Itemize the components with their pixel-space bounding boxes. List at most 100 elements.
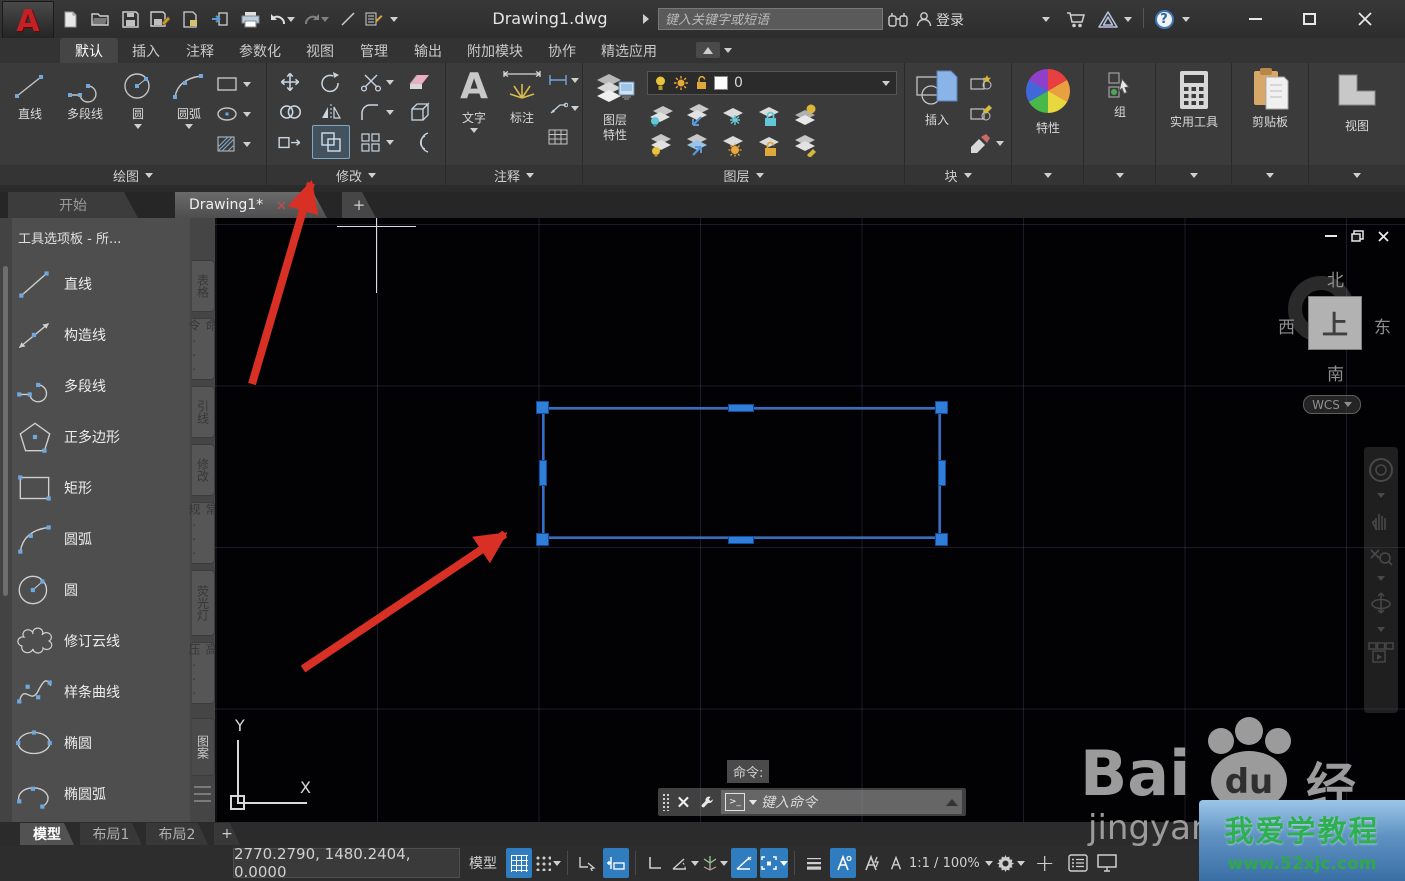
copy-button[interactable] xyxy=(277,101,303,123)
grid-display-toggle[interactable] xyxy=(506,848,532,878)
selected-rectangle[interactable] xyxy=(542,407,941,539)
define-attribute-button[interactable] xyxy=(969,133,1004,153)
explode-button[interactable] xyxy=(407,101,433,123)
grip-mid-right[interactable] xyxy=(938,460,946,486)
isometric-drafting-toggle[interactable] xyxy=(702,848,728,878)
clipboard-button[interactable]: 剪贴板 xyxy=(1240,67,1300,130)
ribbon-tab-annotate[interactable]: 注释 xyxy=(174,38,226,63)
viewcube-east[interactable]: 东 xyxy=(1374,313,1391,338)
show-motion-icon[interactable] xyxy=(1368,642,1394,664)
circle-dropdown[interactable] xyxy=(134,124,142,129)
drawing-minimize-icon[interactable] xyxy=(1325,235,1337,237)
edit-block-button[interactable] xyxy=(969,103,993,123)
layer-combo[interactable]: 0 xyxy=(647,71,897,95)
steering-wheel-icon[interactable] xyxy=(1368,457,1394,483)
viewcube-north[interactable]: 北 xyxy=(1327,266,1344,291)
panel-layers-footer[interactable]: 图层 xyxy=(583,165,904,185)
properties-button[interactable]: 特性 xyxy=(1022,69,1074,136)
print-icon[interactable] xyxy=(238,7,262,31)
panel-annotate-footer[interactable]: 注释 xyxy=(446,165,582,185)
layer-off-icon[interactable] xyxy=(647,103,675,127)
palette-tab-modify[interactable]: 修改 xyxy=(192,444,215,496)
draw-ellipse-button[interactable] xyxy=(216,105,251,123)
search-input[interactable] xyxy=(658,8,883,30)
ribbon-tab-view[interactable]: 视图 xyxy=(294,38,346,63)
palette-tab-tables[interactable]: 表格 xyxy=(192,260,215,312)
text-dropdown[interactable] xyxy=(470,128,478,133)
save-as-icon[interactable] xyxy=(148,7,172,31)
ribbon-tab-output[interactable]: 输出 xyxy=(402,38,454,63)
sheet-set-icon[interactable] xyxy=(362,7,386,31)
measure-line-icon[interactable] xyxy=(336,7,360,31)
command-recent-dropdown[interactable] xyxy=(749,800,757,805)
palette-item-construction-line[interactable]: 构造线 xyxy=(14,309,188,360)
object-snap-tracking-toggle[interactable] xyxy=(731,848,757,878)
layer-properties-button[interactable]: 图层 特性 xyxy=(589,67,641,143)
drawing-restore-icon[interactable] xyxy=(1351,230,1364,242)
trim-button[interactable] xyxy=(359,71,394,93)
move-button[interactable] xyxy=(277,71,303,93)
workspace-dropdown[interactable] xyxy=(1017,861,1025,866)
file-tab-start[interactable]: 开始 xyxy=(8,192,138,218)
layer-unisolate-icon[interactable] xyxy=(683,133,711,157)
ortho-mode-toggle[interactable] xyxy=(642,848,668,878)
grip-corner-bl[interactable] xyxy=(536,533,549,546)
palette-tab-leaders[interactable]: 引线 xyxy=(192,386,215,438)
polar-tracking-toggle[interactable] xyxy=(671,848,699,878)
palette-tab-high-pressure[interactable]: 高压... xyxy=(192,642,215,704)
viewcube-top-face[interactable]: 上 xyxy=(1308,296,1362,350)
leader-button[interactable] xyxy=(548,101,579,115)
ribbon-tab-parametric[interactable]: 参数化 xyxy=(228,38,292,63)
window-maximize-button[interactable] xyxy=(1292,6,1326,32)
object-snap-toggle[interactable] xyxy=(760,848,788,878)
palette-item-elliptical-arc[interactable]: 椭圆弧 xyxy=(14,768,188,819)
osnap-dropdown[interactable] xyxy=(780,861,788,866)
save-icon[interactable] xyxy=(118,7,142,31)
palette-item-rectangle[interactable]: 矩形 xyxy=(14,462,188,513)
panel-block-footer[interactable]: 块 xyxy=(905,165,1011,185)
graphics-performance-button[interactable] xyxy=(1094,848,1120,878)
panel-properties-footer[interactable] xyxy=(1012,165,1083,185)
snap-mode-toggle[interactable] xyxy=(535,848,561,878)
layout-tab-layout1[interactable]: 布局1 xyxy=(80,823,142,845)
panel-view-footer[interactable] xyxy=(1309,165,1405,185)
lineweight-toggle[interactable] xyxy=(801,848,827,878)
draw-circle-button[interactable]: 圆 xyxy=(114,69,162,129)
create-block-button[interactable] xyxy=(969,73,993,93)
app-logo[interactable]: A xyxy=(2,1,54,41)
open-folder-icon[interactable] xyxy=(88,7,112,31)
layer-match-icon[interactable] xyxy=(791,133,819,157)
annotation-visibility-toggle[interactable] xyxy=(830,848,856,878)
annotation-autoscale-toggle[interactable] xyxy=(859,848,885,878)
array-dropdown[interactable] xyxy=(386,140,394,145)
hatch-dropdown[interactable] xyxy=(243,142,251,147)
isolate-objects-button[interactable]: + xyxy=(1028,848,1062,878)
help-dropdown[interactable] xyxy=(1180,7,1192,31)
attribute-dropdown[interactable] xyxy=(996,141,1004,146)
app-store-cart-icon[interactable] xyxy=(1064,7,1088,31)
palette-item-polygon[interactable]: 正多边形 xyxy=(14,411,188,462)
file-tab-close-icon[interactable] xyxy=(277,201,286,210)
model-space-toggle[interactable]: 模型 xyxy=(463,848,503,878)
fillet-button[interactable] xyxy=(359,101,394,123)
stretch-button[interactable] xyxy=(277,131,303,153)
a360-dropdown[interactable] xyxy=(1122,7,1134,31)
plot-stamp-icon[interactable] xyxy=(178,7,202,31)
layer-make-current-icon[interactable] xyxy=(791,103,819,127)
layout-tab-layout2[interactable]: 布局2 xyxy=(146,823,208,845)
fillet-dropdown[interactable] xyxy=(386,110,394,115)
layer-on-all-icon[interactable] xyxy=(647,133,675,157)
layout-tab-model[interactable]: 模型 xyxy=(20,823,74,845)
palette-tab-hatches[interactable]: 图案 xyxy=(192,718,215,776)
panel-utilities-footer[interactable] xyxy=(1156,165,1231,185)
orbit-icon[interactable] xyxy=(1369,591,1393,617)
user-icon[interactable] xyxy=(912,7,936,31)
palette-item-circle[interactable]: 圆 xyxy=(14,564,188,615)
qat-menu-dropdown[interactable] xyxy=(388,7,400,31)
palette-header[interactable]: 工具选项板 - 所... xyxy=(18,228,121,247)
layer-thaw-all-icon[interactable] xyxy=(719,133,747,157)
palette-item-revision-cloud[interactable]: 修订云线 xyxy=(14,615,188,666)
ellipse-dropdown[interactable] xyxy=(243,112,251,117)
draw-polyline-button[interactable]: 多段线 xyxy=(56,69,114,122)
dimension-button[interactable]: 标注 xyxy=(498,67,546,126)
